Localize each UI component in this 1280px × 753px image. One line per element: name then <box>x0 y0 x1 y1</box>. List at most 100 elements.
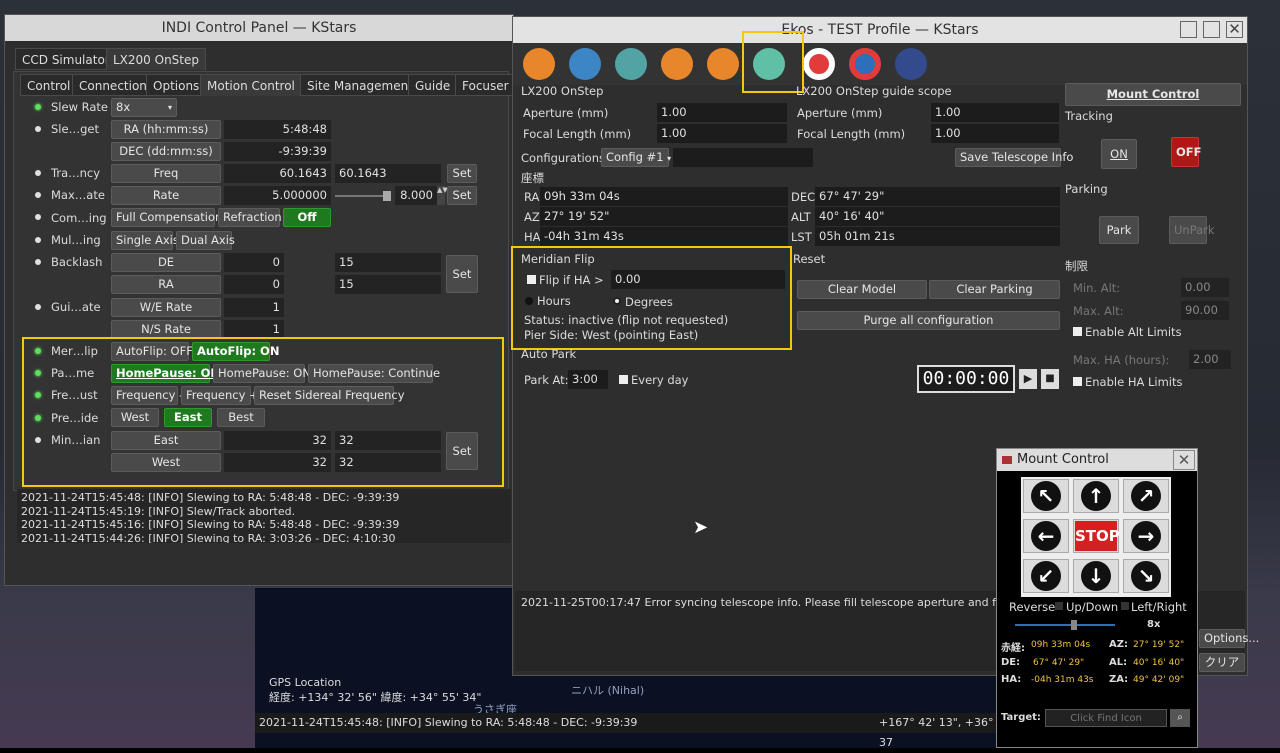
group-tab-control[interactable]: Control <box>20 74 78 96</box>
min-alt-input[interactable]: 0.00 <box>1181 278 1229 297</box>
device-tab-onstep[interactable]: LX200 OnStep <box>106 48 206 70</box>
backlash-de-value: 0 <box>224 253 284 272</box>
focus-icon[interactable] <box>707 48 739 80</box>
mc-ra-label: 赤経: <box>1001 643 1025 654</box>
group-tab-guide[interactable]: Guide <box>408 74 458 96</box>
save-telescope-info-button[interactable]: Save Telescope Info <box>955 148 1073 167</box>
freq-input[interactable]: 60.1643 <box>335 164 441 183</box>
stop-button[interactable]: STOP <box>1073 519 1120 553</box>
max-alt-input[interactable]: 90.00 <box>1181 301 1229 320</box>
analyze-icon[interactable] <box>615 48 647 80</box>
capture-icon[interactable] <box>661 48 693 80</box>
clear-parking-button[interactable]: Clear Parking <box>929 280 1060 299</box>
slew-rate-select[interactable]: 8x ▾ <box>111 98 177 117</box>
maximize-icon[interactable] <box>1203 21 1220 38</box>
target-input[interactable] <box>1045 709 1167 727</box>
group-tab-connection[interactable]: Connection <box>72 74 154 96</box>
freq-set-button[interactable]: Set <box>447 164 477 183</box>
rate-slider-handle[interactable] <box>383 191 391 201</box>
limits-title: 制限 <box>1065 259 1088 273</box>
device-tab-ccd[interactable]: CCD Simulator <box>15 48 117 70</box>
config-name-input[interactable] <box>673 148 813 167</box>
we-rate-value: 1 <box>224 298 284 317</box>
tracking-on-button[interactable]: ON <box>1101 139 1137 169</box>
dual-axis-button[interactable]: Dual Axis <box>176 231 235 250</box>
north-button[interactable]: ↑ <box>1073 479 1119 513</box>
guide-aperture-input[interactable]: 1.00 <box>931 103 1059 122</box>
group-tab-site-management[interactable]: Site Management <box>300 74 420 96</box>
guide-icon[interactable] <box>849 48 881 80</box>
target-label: Target: <box>1001 712 1041 723</box>
refraction-button[interactable]: Refraction <box>218 208 282 227</box>
close-icon[interactable]: ✕ <box>1173 450 1195 470</box>
sw-button[interactable]: ↙ <box>1023 559 1069 593</box>
config-value: Config #1 <box>606 150 664 164</box>
play-icon[interactable]: ▶ <box>1019 369 1037 389</box>
gps-title: GPS Location <box>269 676 342 689</box>
config-select[interactable]: Config #1 ▾ <box>601 148 671 167</box>
clear-model-button[interactable]: Clear Model <box>797 280 927 299</box>
search-icon[interactable]: ⌕ <box>1170 709 1190 727</box>
minimize-icon[interactable] <box>1180 21 1197 38</box>
slew-rate-value: 8x <box>116 100 131 114</box>
guide-focal-input[interactable]: 1.00 <box>931 124 1059 143</box>
alt-limits-checkbox[interactable] <box>1073 327 1082 336</box>
backlash-de-input[interactable]: 15 <box>335 253 441 272</box>
clear-log-button[interactable]: クリア <box>1199 653 1245 672</box>
unpark-button[interactable]: UnPark <box>1169 216 1215 244</box>
max-rate-label: Max…ate <box>51 188 105 202</box>
max-ha-input[interactable]: 2.00 <box>1189 350 1231 369</box>
updown-checkbox[interactable] <box>1055 602 1063 610</box>
scheduler-icon[interactable] <box>569 48 601 80</box>
observatory-icon[interactable] <box>895 48 927 80</box>
log-line: 2021-11-24T15:45:48: [INFO] Slewing to R… <box>21 491 400 504</box>
south-button[interactable]: ↓ <box>1073 559 1119 593</box>
se-button[interactable]: ↘ <box>1123 559 1169 593</box>
park-button[interactable]: Park <box>1099 216 1139 244</box>
primary-aperture-input[interactable]: 1.00 <box>657 103 787 122</box>
east-button[interactable]: → <box>1123 519 1169 553</box>
group-tab-focuser[interactable]: Focuser <box>455 74 516 96</box>
ha-limits-checkbox[interactable] <box>1073 377 1082 386</box>
leftright-checkbox[interactable] <box>1121 602 1129 610</box>
single-axis-button[interactable]: Single Axis <box>111 231 179 250</box>
west-button[interactable]: ← <box>1023 519 1069 553</box>
indi-control-panel-window: INDI Control Panel — KStars CCD Simulato… <box>4 14 516 586</box>
purge-configuration-button[interactable]: Purge all configuration <box>797 311 1060 330</box>
close-icon[interactable]: ✕ <box>1226 21 1243 38</box>
backlash-ra-value: 0 <box>224 275 284 294</box>
mount-control-button[interactable]: Mount Control <box>1065 83 1241 106</box>
status-light <box>35 192 41 198</box>
rate-value: 5.000000 <box>224 186 331 205</box>
speed-slider-handle[interactable] <box>1071 620 1077 630</box>
ra-value: 5:48:48 <box>224 120 331 139</box>
arrow-right-icon: → <box>1131 521 1161 551</box>
tracking-off-button[interactable]: OFF <box>1171 137 1202 167</box>
setup-icon[interactable] <box>523 48 555 80</box>
options-button[interactable]: Options... <box>1199 629 1259 648</box>
stop-icon[interactable]: ■ <box>1041 369 1059 389</box>
rate-spin-icon[interactable]: ▲▼ <box>437 186 448 205</box>
group-tab-options[interactable]: Options <box>146 74 207 96</box>
chevron-down-icon: ▾ <box>167 103 172 112</box>
backlash-set-button[interactable]: Set <box>446 255 478 293</box>
ne-button[interactable]: ↗ <box>1123 479 1169 513</box>
group-tab-motion-control[interactable]: Motion Control <box>200 74 302 96</box>
full-compensation-button[interactable]: Full Compensation <box>111 208 222 227</box>
speed-slider[interactable] <box>1015 624 1115 626</box>
window-menu-icon[interactable] <box>1002 456 1012 464</box>
compensation-off-button[interactable]: Off <box>283 208 331 227</box>
align-icon[interactable] <box>803 48 835 80</box>
primary-focal-input[interactable]: 1.00 <box>657 124 787 143</box>
tracking-title: Tracking <box>1065 109 1113 123</box>
stop-icon: STOP <box>1075 521 1120 551</box>
updown-label: Up/Down <box>1066 600 1119 614</box>
rate-input[interactable]: 8.000 <box>395 186 437 205</box>
backlash-ra-input[interactable]: 15 <box>335 275 441 294</box>
every-day-checkbox[interactable] <box>619 375 628 384</box>
status-light <box>35 237 41 243</box>
nw-button[interactable]: ↖ <box>1023 479 1069 513</box>
park-time-input[interactable]: 3:00 <box>568 370 608 389</box>
lst-value: 05h 01m 21s <box>815 227 1060 246</box>
rate-set-button[interactable]: Set <box>447 186 477 205</box>
